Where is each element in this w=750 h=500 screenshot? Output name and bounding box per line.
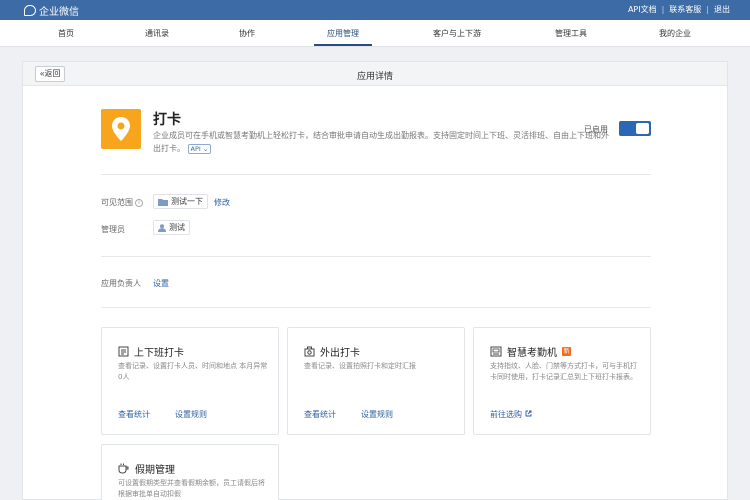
set-rules-link[interactable]: 设置规则 <box>175 409 207 420</box>
edit-visibility-link[interactable]: 修改 <box>214 197 230 208</box>
app-detail-panel: «返回 应用详情 打卡 企业成员可在手机或智慧考勤机上轻松打卡，结合审批申请自动… <box>22 61 728 500</box>
card-description: 可设置假期类型并查看假期余额，员工请假后将根据审批单自动扣假 <box>118 479 265 498</box>
contact-support-link[interactable]: 联系客服 <box>669 4 701 15</box>
go-shop-link[interactable]: 前往选购 <box>490 409 532 420</box>
card-smart-attendance-machine: 智慧考勤机 新 支持指纹、人脸、门禁等方式打卡，可与手机打卡同时使用，打卡记录汇… <box>473 327 651 435</box>
card-description: 查看记录、设置拍照打卡和定时汇报 <box>304 362 416 370</box>
divider <box>101 256 651 257</box>
visibility-label-text: 可见范围 <box>101 198 133 207</box>
cup-icon <box>118 463 129 474</box>
card-title: 假期管理 <box>118 461 175 476</box>
card-title-text: 智慧考勤机 <box>507 348 557 359</box>
card-title-text: 上下班打卡 <box>134 348 184 359</box>
card-title-text: 外出打卡 <box>320 348 360 359</box>
card-description: 支持指纹、人脸、门禁等方式打卡，可与手机打卡同时使用，打卡记录汇总到上下班打卡报… <box>490 362 637 381</box>
top-bar: 企业微信 API文档 | 联系客服 | 退出 <box>0 0 750 20</box>
person-icon <box>158 223 166 232</box>
nav-collaboration[interactable]: 协作 <box>239 28 255 39</box>
set-owner-link[interactable]: 设置 <box>153 278 169 289</box>
logo[interactable]: 企业微信 <box>24 3 79 18</box>
top-links: API文档 | 联系客服 | 退出 <box>628 4 730 15</box>
separator: | <box>706 5 709 14</box>
enable-toggle[interactable] <box>619 121 651 136</box>
external-link-icon <box>525 410 531 417</box>
app-icon <box>101 109 141 149</box>
camera-icon <box>304 346 315 357</box>
card-title: 外出打卡 <box>304 344 360 359</box>
divider <box>101 307 651 308</box>
card-title: 智慧考勤机 新 <box>490 344 571 359</box>
nav-customers[interactable]: 客户与上下游 <box>433 28 481 39</box>
api-tag-label: API <box>190 144 201 153</box>
admin-label: 管理员 <box>101 225 125 234</box>
card-title-text: 假期管理 <box>135 465 175 476</box>
view-stats-link[interactable]: 查看统计 <box>304 409 336 420</box>
go-shop-label: 前往选购 <box>490 410 522 419</box>
nav-home[interactable]: 首页 <box>58 28 74 39</box>
visibility-label: 可见范围 i <box>101 197 143 208</box>
separator: | <box>661 5 665 14</box>
panel-title: 应用详情 <box>356 72 393 82</box>
attendance-machine-icon <box>490 346 502 357</box>
new-badge: 新 <box>562 347 571 356</box>
app-description: 企业成员可在手机或智慧考勤机上轻松打卡，结合审批申请自动生成出勤报表。支持固定时… <box>153 129 609 155</box>
logo-text: 企业微信 <box>39 7 79 18</box>
nav-management-tools[interactable]: 管理工具 <box>555 28 587 39</box>
info-icon[interactable]: i <box>135 198 143 207</box>
admin-name: 测试 <box>169 223 185 232</box>
api-docs-link[interactable]: API文档 <box>628 4 657 15</box>
view-stats-link[interactable]: 查看统计 <box>118 409 150 420</box>
visibility-scope-text: 测试一下 <box>171 197 203 206</box>
divider <box>101 174 651 175</box>
enabled-label: 已启用 <box>584 125 608 134</box>
owner-label: 应用负责人 <box>101 279 141 288</box>
visibility-scope-chip: 测试一下 <box>153 194 208 209</box>
nav-active-indicator <box>314 44 372 46</box>
app-description-text: 企业成员可在手机或智慧考勤机上轻松打卡，结合审批申请自动生成出勤报表。支持固定时… <box>153 131 609 153</box>
main-nav: 首页 通讯录 协作 应用管理 客户与上下游 管理工具 我的企业 <box>0 20 750 47</box>
card-description: 查看记录、设置打卡人员、时间和地点 本月异常0人 <box>118 362 268 381</box>
api-tag[interactable]: API ⌄ <box>187 143 212 154</box>
folder-icon <box>158 198 168 206</box>
card-clock-in: 上下班打卡 查看记录、设置打卡人员、时间和地点 本月异常0人 查看统计 设置规则 <box>101 327 279 435</box>
card-title: 上下班打卡 <box>118 344 184 359</box>
toggle-knob <box>636 123 649 134</box>
admin-chip: 测试 <box>153 220 190 235</box>
app-name: 打卡 <box>153 112 181 128</box>
chevron-down-icon: ⌄ <box>200 144 209 153</box>
panel-header: «返回 应用详情 <box>23 62 727 86</box>
clipboard-icon <box>118 346 129 357</box>
location-pin-icon <box>112 117 130 141</box>
card-leave-management: 假期管理 可设置假期类型并查看假期余额，员工请假后将根据审批单自动扣假 <box>101 444 279 500</box>
wecom-logo-icon <box>24 5 36 16</box>
nav-app-management[interactable]: 应用管理 <box>327 28 359 39</box>
logout-link[interactable]: 退出 <box>714 4 730 15</box>
nav-contacts[interactable]: 通讯录 <box>145 28 169 39</box>
card-outside-clock-in: 外出打卡 查看记录、设置拍照打卡和定时汇报 查看统计 设置规则 <box>287 327 465 435</box>
set-rules-link[interactable]: 设置规则 <box>361 409 393 420</box>
nav-my-company[interactable]: 我的企业 <box>659 28 691 39</box>
